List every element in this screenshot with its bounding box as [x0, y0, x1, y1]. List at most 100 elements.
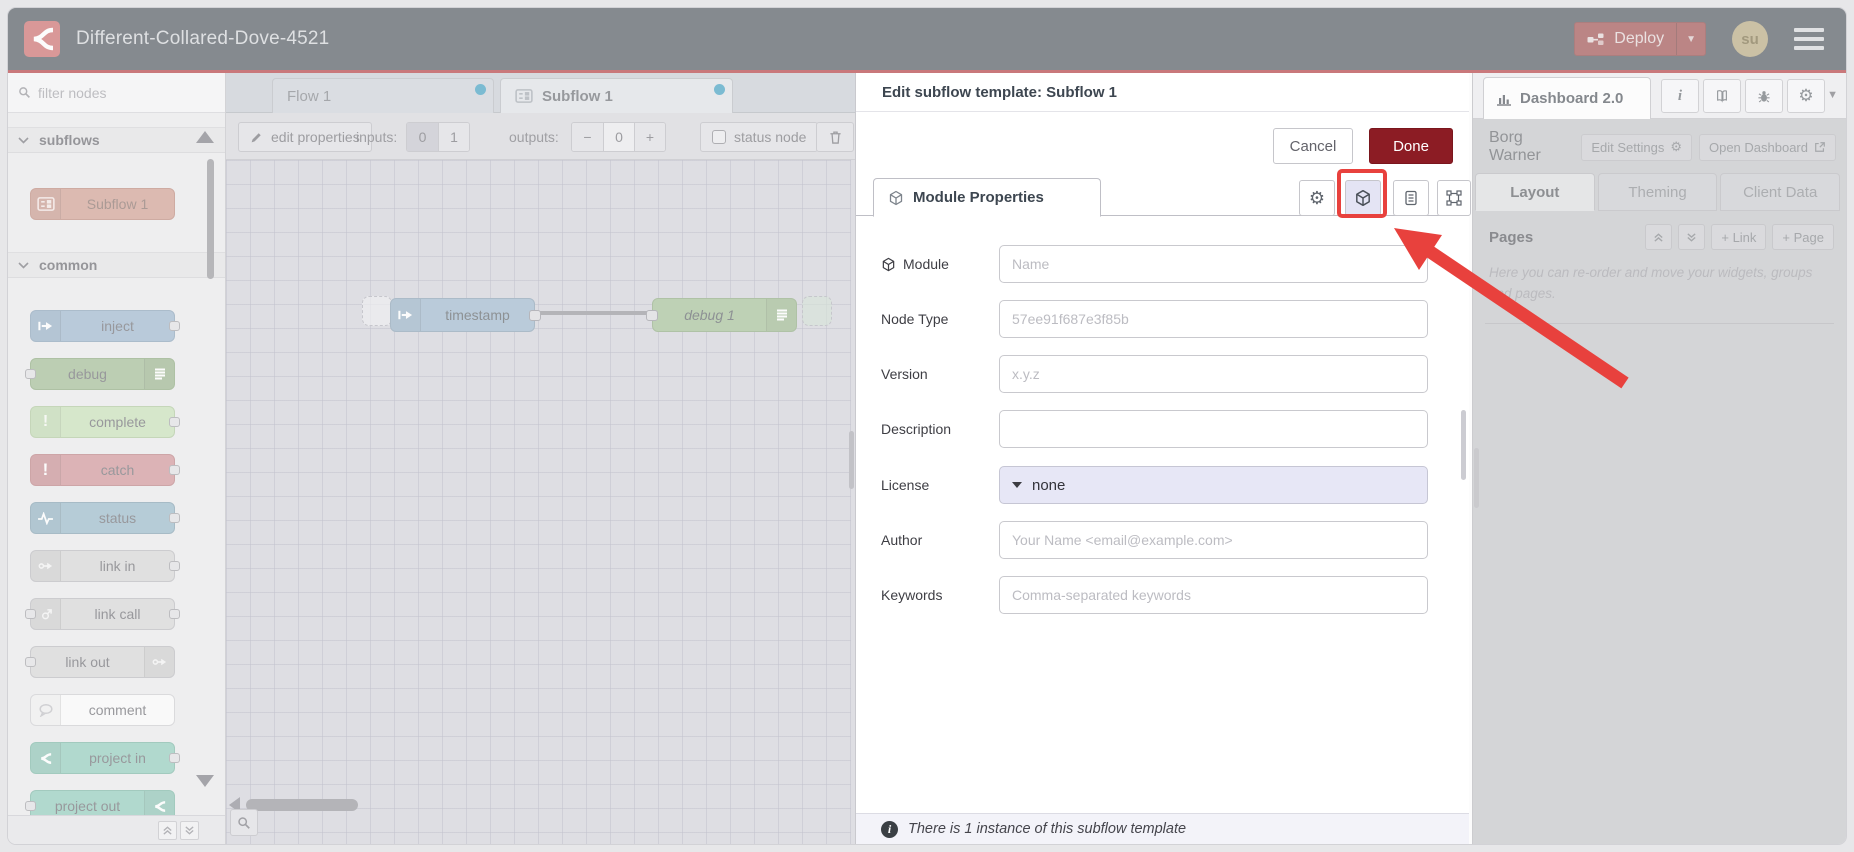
- avatar[interactable]: su: [1732, 21, 1768, 57]
- keywords-input[interactable]: [999, 576, 1428, 614]
- version-input[interactable]: [999, 355, 1428, 393]
- palette-category-subflows[interactable]: subflows: [8, 127, 225, 153]
- palette-filter[interactable]: filter nodes: [8, 73, 225, 113]
- settings-tab-button[interactable]: ⚙: [1787, 79, 1825, 113]
- author-input[interactable]: [999, 521, 1428, 559]
- cancel-button[interactable]: Cancel: [1273, 128, 1353, 164]
- module-input[interactable]: [999, 245, 1428, 283]
- move-up-button[interactable]: [1645, 224, 1673, 250]
- sidebar-tabrow: Dashboard 2.0 i ⚙ ▼: [1473, 73, 1846, 119]
- chevron-down-icon[interactable]: ▼: [1827, 89, 1838, 101]
- palette-category-common[interactable]: common: [8, 252, 225, 278]
- info-tab-button[interactable]: i: [1661, 79, 1699, 113]
- add-link-button[interactable]: + Link: [1711, 224, 1767, 250]
- palette-node-link-out[interactable]: link out: [25, 646, 175, 678]
- edit-settings-button[interactable]: Edit Settings ⚙: [1581, 133, 1692, 161]
- move-down-button[interactable]: [1678, 224, 1706, 250]
- palette-node-link-in[interactable]: link in: [30, 550, 180, 582]
- tab-theming[interactable]: Theming: [1597, 173, 1718, 211]
- outputs-increment-button[interactable]: +: [634, 123, 665, 151]
- flow-node-debug-1[interactable]: debug 1: [646, 298, 797, 332]
- sidebar-scrollbar[interactable]: [1474, 448, 1479, 508]
- wire[interactable]: [533, 311, 655, 315]
- description-input[interactable]: [999, 410, 1428, 448]
- sidebar: Dashboard 2.0 i ⚙ ▼ Borg Warner Edit Set…: [1472, 73, 1846, 844]
- cube-icon: [889, 190, 903, 205]
- deploy-button[interactable]: Deploy ▼: [1574, 22, 1706, 56]
- debug-list-icon: [144, 359, 174, 389]
- tab-client-data[interactable]: Client Data: [1720, 173, 1841, 211]
- module-label: Module: [881, 256, 999, 272]
- trash-icon: [829, 130, 841, 144]
- node-port: [25, 609, 36, 619]
- palette-scrollbar[interactable]: [207, 159, 214, 279]
- link-icon: [31, 551, 61, 581]
- palette-node-subflow-1[interactable]: Subflow 1: [30, 188, 175, 220]
- menu-icon[interactable]: [1794, 28, 1824, 50]
- workspace[interactable]: Flow 1 Subflow 1 edit properties inputs:…: [226, 73, 855, 844]
- palette-node-complete[interactable]: ! complete: [30, 406, 180, 438]
- edit-properties-button[interactable]: edit properties: [238, 122, 372, 152]
- deploy-label: Deploy: [1614, 30, 1665, 47]
- outputs-decrement-button[interactable]: −: [572, 123, 603, 151]
- gear-icon: ⚙: [1308, 187, 1326, 208]
- unsaved-dot: [475, 84, 486, 95]
- outputs-label: outputs:: [509, 129, 559, 145]
- palette-node-inject[interactable]: inject: [30, 310, 180, 342]
- license-select[interactable]: none: [999, 466, 1428, 504]
- dialog-scrollbar[interactable]: [1461, 410, 1466, 480]
- tab-module-properties[interactable]: Module Properties: [873, 178, 1101, 217]
- deploy-options-button[interactable]: ▼: [1676, 23, 1705, 55]
- flow-canvas[interactable]: timestamp debug 1: [226, 160, 851, 844]
- appearance-tab-button[interactable]: [1437, 180, 1471, 216]
- node-port: [169, 753, 180, 763]
- flow-node-timestamp[interactable]: timestamp: [390, 298, 541, 332]
- outputs-count[interactable]: 0: [603, 123, 634, 151]
- node-port: [169, 321, 180, 331]
- add-page-button[interactable]: + Page: [1772, 224, 1834, 250]
- node-port: [169, 465, 180, 475]
- vertical-scrollbar[interactable]: [849, 431, 854, 489]
- collapse-all-icon[interactable]: [158, 820, 177, 840]
- expand-all-icon[interactable]: [180, 820, 199, 840]
- double-chevron-down-icon: [1687, 232, 1696, 242]
- inputs-toggle[interactable]: 0 1: [406, 122, 470, 152]
- open-dashboard-button[interactable]: Open Dashboard: [1698, 133, 1836, 161]
- license-value: none: [1032, 476, 1066, 494]
- status-pulse-icon: [31, 503, 61, 533]
- scroll-down-icon[interactable]: [196, 775, 214, 787]
- node-red-window: Different-Collared-Dove-4521 Deploy ▼ su: [8, 8, 1846, 844]
- scroll-up-icon[interactable]: [196, 131, 214, 143]
- chevron-down-icon: [1012, 482, 1022, 488]
- subflow-input-ghost[interactable]: [362, 296, 392, 326]
- debug-tab-button[interactable]: [1745, 79, 1783, 113]
- output-port[interactable]: [529, 310, 541, 321]
- status-node-checkbox[interactable]: status node: [700, 122, 819, 152]
- palette-node-link-call[interactable]: link call: [25, 598, 180, 630]
- description-tab-button[interactable]: [1393, 180, 1429, 216]
- canvas-search-button[interactable]: [230, 809, 258, 836]
- outputs-stepper[interactable]: − 0 +: [571, 122, 666, 152]
- palette-footer: [8, 815, 225, 844]
- delete-subflow-button[interactable]: [816, 122, 854, 152]
- chevron-down-icon: [18, 136, 29, 144]
- horizontal-scrollbar[interactable]: [246, 799, 358, 811]
- gear-icon: ⚙: [1670, 139, 1682, 154]
- palette-node-debug[interactable]: debug: [25, 358, 175, 390]
- input-port[interactable]: [646, 310, 658, 321]
- tab-subflow-1[interactable]: Subflow 1: [500, 78, 733, 113]
- tab-dashboard-2[interactable]: Dashboard 2.0: [1483, 77, 1651, 119]
- node-type-input[interactable]: [999, 300, 1428, 338]
- subflow-output-ghost[interactable]: [802, 296, 832, 326]
- palette-node-comment[interactable]: comment: [30, 694, 175, 726]
- palette-node-project-in[interactable]: project in: [30, 742, 180, 774]
- palette-node-status[interactable]: status: [30, 502, 180, 534]
- edit-properties-tab-button[interactable]: ⚙: [1299, 180, 1335, 216]
- done-button[interactable]: Done: [1369, 128, 1453, 164]
- tab-layout[interactable]: Layout: [1475, 173, 1595, 211]
- help-tab-button[interactable]: [1703, 79, 1741, 113]
- bug-icon: [1758, 90, 1770, 102]
- inputs-label: inputs:: [356, 129, 398, 145]
- palette-node-catch[interactable]: ! catch: [30, 454, 180, 486]
- tab-flow-1[interactable]: Flow 1: [272, 78, 494, 113]
